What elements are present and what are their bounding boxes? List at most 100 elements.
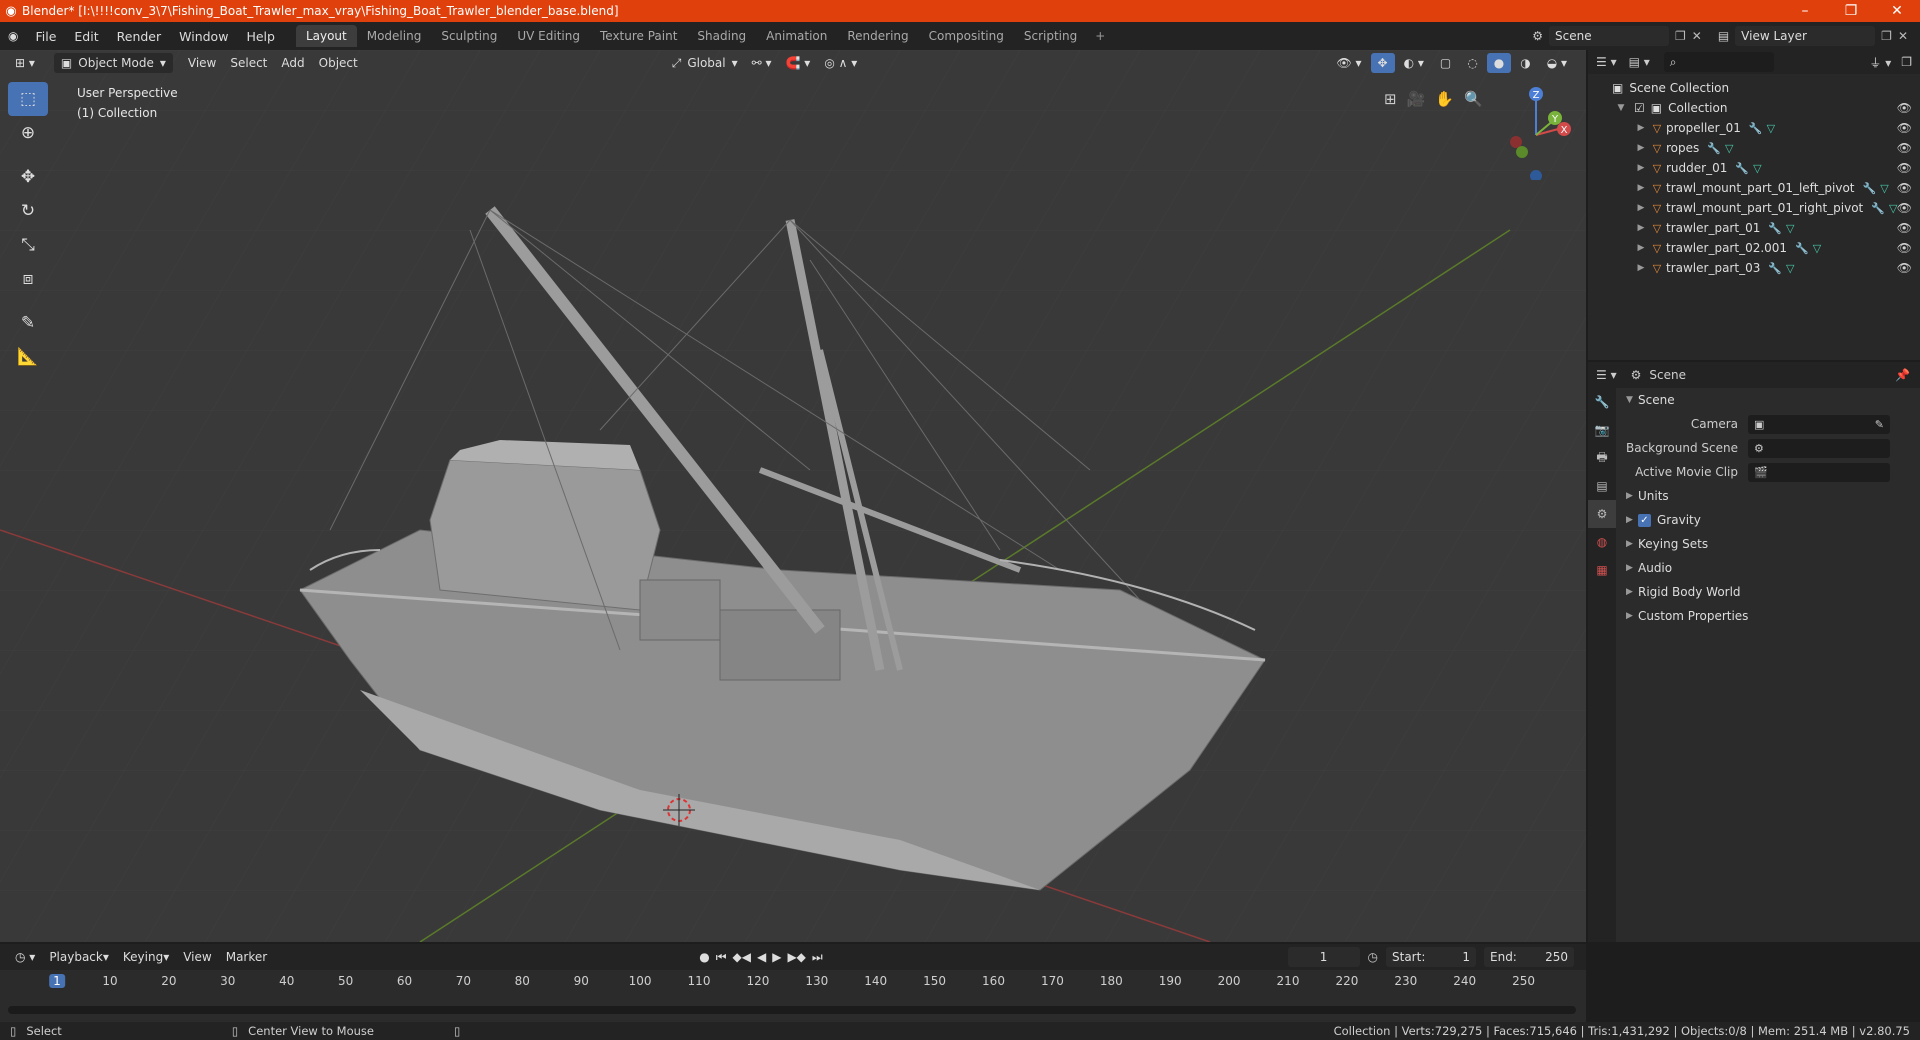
menu-file[interactable]: File	[26, 29, 65, 44]
menu-select[interactable]: Select	[223, 53, 274, 73]
texture-tab-icon[interactable]: ▦	[1588, 556, 1616, 584]
start-frame-field[interactable]: Start: 1	[1386, 947, 1476, 967]
new-view-layer-icon[interactable]: ❐	[1881, 29, 1892, 43]
record-icon[interactable]: ●	[699, 950, 709, 965]
tab-animation[interactable]: Animation	[756, 25, 837, 47]
menu-object[interactable]: Object	[312, 53, 365, 73]
play-icon[interactable]: ▶	[772, 950, 781, 965]
tab-texture-paint[interactable]: Texture Paint	[590, 25, 687, 47]
preview-range-icon[interactable]: ◷	[1368, 950, 1378, 964]
eye-icon[interactable]: 👁	[1897, 121, 1912, 135]
active-movie-clip-field[interactable]: 🎬	[1748, 462, 1890, 482]
tab-rendering[interactable]: Rendering	[837, 25, 918, 47]
background-scene-field[interactable]: ⚙	[1748, 438, 1890, 458]
panel-units[interactable]: ▶ Units	[1618, 484, 1920, 508]
properties-editor-icon[interactable]: ☰ ▾	[1596, 368, 1617, 382]
tab-uv-editing[interactable]: UV Editing	[507, 25, 590, 47]
output-tab-icon[interactable]: 🖶	[1588, 444, 1616, 472]
delete-scene-icon[interactable]: ✕	[1692, 29, 1702, 43]
overlays-icon[interactable]: ◐ ▾	[1397, 53, 1431, 73]
menu-view[interactable]: View	[181, 53, 223, 73]
outliner-object[interactable]: ▶ ▽ trawl_mount_part_01_right_pivot 🔧 ▽ 👁	[1588, 198, 1920, 218]
next-keyframe-icon[interactable]: ▶◆	[787, 950, 805, 965]
menu-marker[interactable]: Marker	[219, 947, 274, 967]
world-tab-icon[interactable]: ◍	[1588, 528, 1616, 556]
proportional-edit-icon[interactable]: ◎ ∧ ▾	[817, 53, 864, 73]
add-workspace-icon[interactable]: +	[1087, 25, 1113, 47]
new-collection-icon[interactable]: ❐	[1901, 55, 1912, 69]
tab-layout[interactable]: Layout	[295, 25, 357, 47]
shading-solid-icon[interactable]: ●	[1486, 53, 1512, 73]
outliner-scene-collection[interactable]: ▣ Scene Collection	[1588, 78, 1920, 98]
timeline-scrollbar[interactable]	[8, 1006, 1576, 1014]
tab-shading[interactable]: Shading	[687, 25, 756, 47]
blender-menu-icon[interactable]: ◉	[0, 29, 26, 43]
pin-icon[interactable]: 📌	[1895, 368, 1910, 382]
jump-start-icon[interactable]: ⏮	[716, 950, 727, 965]
filter-icon[interactable]: ⏚ ▾	[1869, 54, 1891, 71]
shading-material-icon[interactable]: ◑	[1513, 53, 1537, 73]
measure-tool-icon[interactable]: 📐	[8, 340, 48, 374]
outliner-object[interactable]: ▶ ▽ trawler_part_02.001 🔧 ▽ 👁	[1588, 238, 1920, 258]
select-box-icon[interactable]: ⬚	[8, 82, 48, 116]
zoom-view-icon[interactable]: 🔍	[1464, 90, 1483, 108]
eye-icon[interactable]: 👁	[1897, 161, 1912, 175]
transform-tool-icon[interactable]: ⧈	[8, 262, 48, 296]
panel-audio[interactable]: ▶ Audio	[1618, 556, 1920, 580]
expand-icon[interactable]: ▼	[1614, 103, 1628, 113]
tab-scripting[interactable]: Scripting	[1014, 25, 1087, 47]
render-tab-icon[interactable]: 📷	[1588, 416, 1616, 444]
checkbox-icon[interactable]: ☑	[1634, 101, 1645, 115]
tab-compositing[interactable]: Compositing	[919, 25, 1014, 47]
eye-icon[interactable]: 👁	[1897, 101, 1912, 115]
timeline-ruler[interactable]: 1 10 20 30 40 50 60 70 80 90 100 110 120 130 140 150 160…	[0, 970, 1586, 992]
outliner-object[interactable]: ▶ ▽ trawl_mount_part_01_left_pivot 🔧 ▽ 👁	[1588, 178, 1920, 198]
menu-timeline-view[interactable]: View	[176, 947, 218, 967]
shading-wireframe-icon[interactable]: ◌	[1460, 53, 1484, 73]
outliner-object[interactable]: ▶ ▽ trawler_part_01 🔧 ▽ 👁	[1588, 218, 1920, 238]
menu-edit[interactable]: Edit	[65, 29, 107, 44]
delete-view-layer-icon[interactable]: ✕	[1898, 29, 1908, 43]
eye-icon[interactable]: 👁	[1897, 141, 1912, 155]
new-scene-icon[interactable]: ❐	[1675, 29, 1686, 43]
mode-selector[interactable]: ▣ Object Mode ▾	[53, 53, 173, 73]
outliner-collection[interactable]: ▼ ☑ ▣ Collection 👁	[1588, 98, 1920, 118]
menu-playback[interactable]: Playback ▾	[42, 947, 116, 967]
view-layer-icon[interactable]: ▤	[1718, 29, 1729, 43]
annotate-tool-icon[interactable]: ✎	[8, 306, 48, 340]
close-icon[interactable]: ✕	[1874, 3, 1920, 19]
menu-keying[interactable]: Keying ▾	[116, 947, 176, 967]
shading-rendered-icon[interactable]: ◒ ▾	[1540, 53, 1574, 73]
prev-keyframe-icon[interactable]: ◆◀	[733, 950, 751, 965]
menu-render[interactable]: Render	[108, 29, 171, 44]
jump-end-icon[interactable]: ⏭	[812, 950, 823, 965]
gizmo-toggle-icon[interactable]: ✥	[1370, 53, 1395, 73]
xray-icon[interactable]: ▢	[1433, 53, 1458, 73]
menu-add[interactable]: Add	[274, 53, 311, 73]
editor-type-icon[interactable]: ⊞ ▾	[8, 53, 42, 73]
panel-keying-sets[interactable]: ▶ Keying Sets	[1618, 532, 1920, 556]
tab-sculpting[interactable]: Sculpting	[431, 25, 507, 47]
eye-icon[interactable]: 👁	[1897, 181, 1912, 195]
eye-icon[interactable]: 👁	[1897, 201, 1912, 215]
outliner-object[interactable]: ▶ ▽ propeller_01 🔧 ▽ 👁	[1588, 118, 1920, 138]
visibility-icon[interactable]: 👁 ▾	[1329, 53, 1368, 73]
tool-tab-icon[interactable]: 🔧	[1588, 388, 1616, 416]
scene-tab-icon[interactable]: ⚙	[1588, 500, 1616, 528]
outliner-object[interactable]: ▶ ▽ ropes 🔧 ▽ 👁	[1588, 138, 1920, 158]
menu-window[interactable]: Window	[170, 29, 237, 44]
panel-rigid-body-world[interactable]: ▶ Rigid Body World	[1618, 580, 1920, 604]
snap-icon[interactable]: 🧲 ▾	[779, 53, 818, 73]
transform-orientation[interactable]: ⤢ Global ▾	[665, 53, 745, 73]
outliner-object[interactable]: ▶ ▽ rudder_01 🔧 ▽ 👁	[1588, 158, 1920, 178]
3d-viewport[interactable]: ⊞ ▾ ▣ Object Mode ▾ View Select Add Object…	[0, 50, 1586, 942]
display-mode-icon[interactable]: ▤ ▾	[1629, 55, 1650, 69]
camera-view-icon[interactable]: 🎥	[1407, 90, 1426, 108]
view-layer-selector[interactable]: View Layer	[1735, 26, 1876, 46]
navigation-gizmo[interactable]: Z X Y	[1500, 80, 1580, 180]
rotate-tool-icon[interactable]: ↻	[8, 194, 48, 228]
minimize-icon[interactable]: –	[1782, 3, 1828, 19]
pivot-icon[interactable]: ⚯ ▾	[745, 53, 779, 73]
restore-icon[interactable]: ❐	[1828, 3, 1874, 19]
scene-selector[interactable]: Scene	[1549, 26, 1669, 46]
